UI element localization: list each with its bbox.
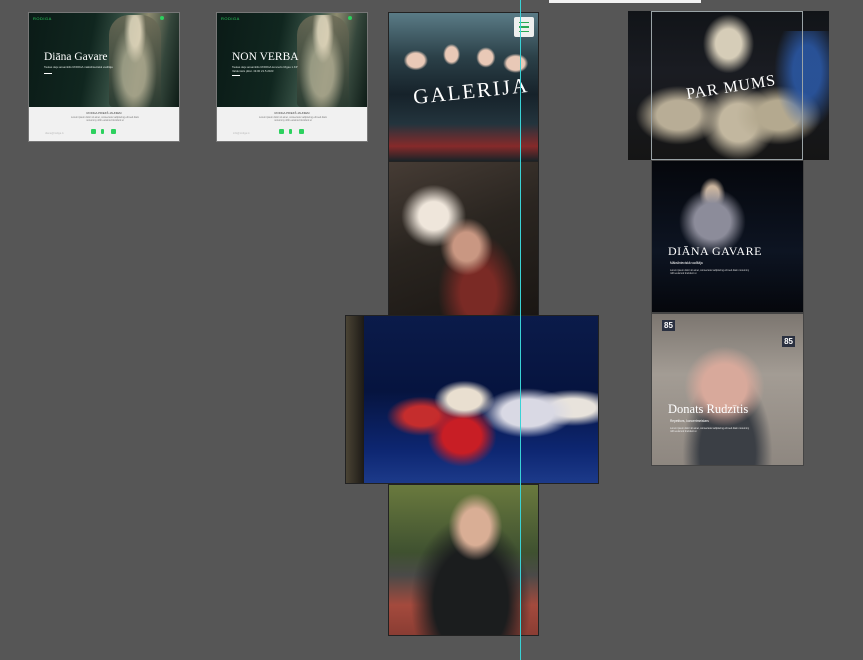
- mockup-card-diana[interactable]: RODIGA Diāna Gavare Tautas deju ansambli…: [28, 12, 180, 142]
- card-footer-link[interactable]: diana@rodiga.lv: [45, 132, 64, 135]
- design-canvas[interactable]: RODIGA Diāna Gavare Tautas deju ansambli…: [0, 0, 863, 660]
- diana-text: Lorem ipsum dolor sit amet, consectetur …: [670, 269, 750, 276]
- house-number-sign: 85: [782, 336, 795, 347]
- shield-icon[interactable]: [91, 129, 96, 134]
- donats-role: Repetitors, koncertmeistars: [670, 419, 709, 423]
- layout-guide-line[interactable]: [520, 0, 521, 660]
- mail-icon[interactable]: [299, 129, 304, 134]
- menu-dot-icon[interactable]: [160, 16, 164, 20]
- card-footer-title: RODIGA PRIEKŠ JAUNIEM: [86, 111, 122, 115]
- par-mums-caption: PAR MUMS: [685, 72, 778, 103]
- donats-caption: Donats Rudzītis: [668, 402, 749, 416]
- top-scroll-indicator[interactable]: [549, 0, 701, 3]
- card-footer-text: Lorem ipsum dolor sit amet, consectetur …: [71, 116, 139, 123]
- diana-gavare-tile[interactable]: DIĀNA GAVARE Mākslinieciskā vadītāja Lor…: [651, 160, 804, 313]
- galerija-tile[interactable]: GALERIJA: [388, 12, 539, 162]
- hero-figure: [297, 15, 349, 107]
- card-logo: RODIGA: [221, 16, 240, 21]
- card-title: NON VERBA: [232, 51, 299, 63]
- donats-rudzitis-tile[interactable]: 85 85 Donats Rudzītis Repetitors, koncer…: [651, 313, 804, 466]
- donats-text: Lorem ipsum dolor sit amet, consectetur …: [670, 427, 750, 434]
- diana-role: Mākslinieciskā vadītāja: [670, 261, 703, 265]
- menu-dot-icon[interactable]: [348, 16, 352, 20]
- mockup-card-non-verba[interactable]: RODIGA NON VERBA Tautas deju ansamblis R…: [216, 12, 368, 142]
- stage-curtain: [346, 316, 364, 483]
- shield-icon[interactable]: [279, 129, 284, 134]
- card-description: Tautas deju ansamblis RODIGA mākslinieci…: [44, 65, 113, 69]
- facebook-icon[interactable]: [289, 129, 292, 134]
- title-underline: [44, 73, 52, 74]
- house-number-sign: 85: [662, 320, 675, 331]
- dance-stage-photo-tile[interactable]: [345, 315, 599, 484]
- card-footer-title: RODIGA PRIEKŠ JAUNIEM: [274, 111, 310, 115]
- card-logo: RODIGA: [33, 16, 52, 21]
- par-mums-tile[interactable]: PAR MUMS: [628, 11, 829, 160]
- man-portrait-photo-tile[interactable]: [388, 484, 539, 636]
- card-title: Diāna Gavare: [44, 51, 108, 63]
- card-description: Tautas deju ansamblis RODIGA koncerts Rī…: [232, 65, 298, 73]
- mail-icon[interactable]: [111, 129, 116, 134]
- hero-figure: [109, 15, 161, 107]
- title-underline: [232, 75, 240, 76]
- portrait-photo-tile[interactable]: [388, 162, 539, 316]
- galerija-caption: GALERIJA: [412, 72, 531, 110]
- diana-caption: DIĀNA GAVARE: [668, 244, 762, 258]
- facebook-icon[interactable]: [101, 129, 104, 134]
- stage-light: [774, 31, 829, 131]
- menu-icon[interactable]: [514, 17, 534, 37]
- card-footer-text: Lorem ipsum dolor sit amet, consectetur …: [259, 116, 327, 123]
- card-footer-link[interactable]: info@rodiga.lv: [233, 132, 250, 135]
